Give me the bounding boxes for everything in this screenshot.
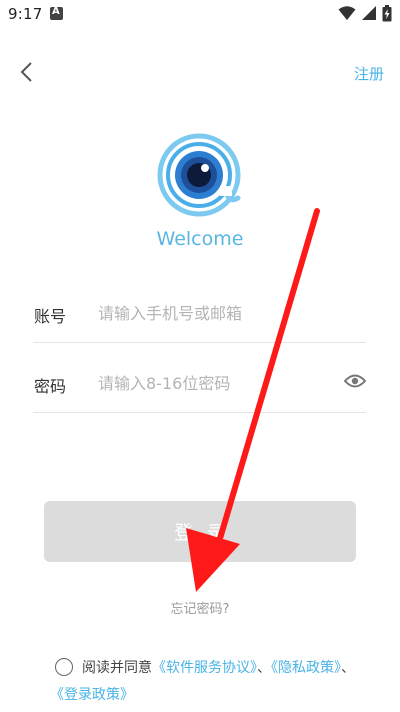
battery-charging-icon [382,5,392,22]
forgot-password-link[interactable]: 忘记密码? [0,598,400,617]
password-label: 密码 [34,377,67,396]
notification-a-icon [50,6,63,20]
eye-icon[interactable] [344,373,366,389]
password-input[interactable] [98,370,328,396]
register-link[interactable]: 注册 [354,63,384,84]
account-label: 账号 [34,307,67,326]
software-agreement-link[interactable]: 《软件服务协议》 [152,660,257,676]
eye-at-logo [157,133,241,217]
status-time: 9:17 [8,5,43,23]
login-button[interactable]: 登录 [44,501,356,562]
chevron-left-icon [20,62,32,82]
back-button[interactable] [14,58,42,86]
status-bar: 9:17 [0,0,400,28]
account-row: 账号 [33,282,366,343]
login-policy-link[interactable]: 《登录政策》 [50,687,134,703]
wifi-icon [338,6,356,20]
status-icons [338,5,392,23]
account-input[interactable] [98,300,328,326]
password-row: 密码 [33,352,366,413]
agreement-separator: 、 [341,660,355,676]
signal-icon [361,6,376,20]
agreement-prefix: 阅读并同意 [82,660,152,676]
welcome-text: Welcome [156,228,244,250]
privacy-policy-link[interactable]: 《隐私政策》 [271,660,341,676]
agreement-text: 阅读并同意《软件服务协议》、《隐私政策》、《登录政策》 [50,655,360,709]
agreement-separator: 、 [257,660,271,676]
